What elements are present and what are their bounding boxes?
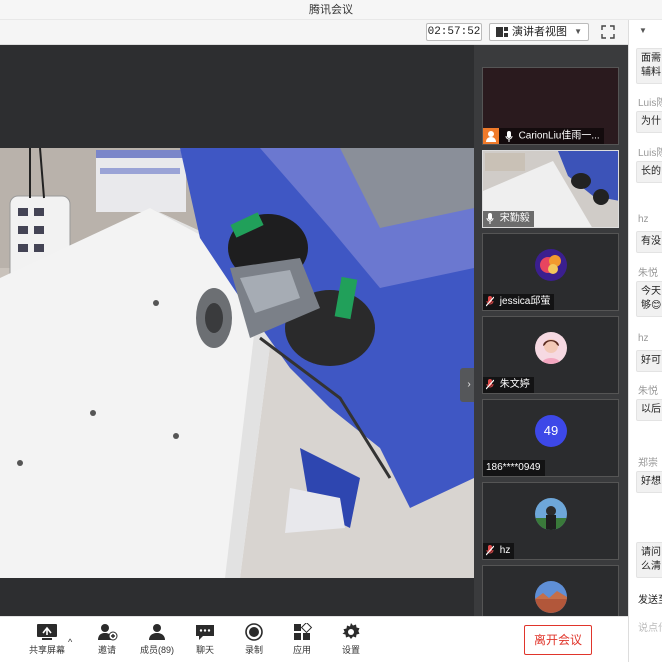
share-screen-icon	[37, 624, 57, 640]
settings-label: 设置	[341, 645, 360, 655]
participant-tile[interactable]: jessica邱萤	[482, 233, 619, 311]
chevron-down-icon[interactable]: ▼	[639, 26, 647, 35]
chat-button[interactable]: 聊天	[180, 623, 230, 661]
chat-sender: hz	[638, 333, 649, 344]
microphone-icon	[505, 130, 513, 142]
fullscreen-icon[interactable]	[600, 24, 616, 40]
participant-name: 186****0949	[486, 462, 541, 473]
chat-sender: 朱悦	[638, 386, 658, 397]
apps-grid-icon	[294, 623, 313, 640]
record-icon	[245, 623, 263, 641]
apps-button[interactable]: 应用	[277, 623, 327, 661]
share-screen-label: 共享屏幕	[28, 645, 65, 655]
chat-message: 面需 辅料	[636, 48, 662, 84]
chat-message: 长的	[636, 161, 662, 183]
record-label: 录制	[244, 645, 263, 655]
chat-message: 好可	[636, 350, 662, 372]
participant-name: 宋勤毅	[499, 213, 530, 224]
participant-tile[interactable]: 宋勤毅	[482, 150, 619, 228]
participant-gallery: CarionLiu佳雨一... 宋勤毅 jessica邱萤 朱文婷 49 186…	[474, 45, 628, 616]
chevron-up-icon[interactable]: ^	[68, 637, 72, 647]
share-screen-button[interactable]: 共享屏幕	[22, 623, 72, 661]
speaker-layout-icon	[496, 27, 508, 37]
gear-icon	[342, 623, 360, 639]
avatar	[535, 498, 567, 530]
participant-name: CarionLiu佳雨一...	[518, 130, 600, 142]
chat-message: 请问 么清	[636, 542, 662, 578]
chat-message: 今天 够😊	[636, 281, 662, 317]
view-mode-select[interactable]: 演讲者视图 ▼	[489, 23, 589, 41]
participant-name: hz	[499, 545, 511, 556]
main-video-stage: ›	[0, 45, 478, 616]
participant-tile[interactable]: hz	[482, 482, 619, 560]
chat-send-target[interactable]: 发送至	[638, 591, 662, 606]
participant-tile[interactable]: 朱文婷	[482, 316, 619, 394]
microphone-icon	[486, 212, 494, 224]
avatar	[535, 581, 567, 613]
invite-user-icon	[98, 624, 118, 641]
chat-input[interactable]: 说点什	[638, 619, 662, 634]
meeting-toolbar: 02:57:52 演讲者视图 ▼	[0, 20, 628, 45]
speaker-video-frame	[0, 148, 474, 578]
participant-tile[interactable]: CarionLiu佳雨一...	[482, 67, 619, 145]
avatar: 49	[535, 415, 567, 447]
members-label: 成员(89)	[139, 645, 174, 655]
avatar	[535, 249, 567, 281]
speaker-video	[0, 148, 474, 578]
meeting-timer: 02:57:52	[426, 23, 482, 41]
microphone-muted-icon	[486, 378, 494, 390]
participant-tile[interactable]	[482, 565, 619, 616]
settings-button[interactable]: 设置	[326, 623, 376, 661]
leave-meeting-button[interactable]: 离开会议	[524, 625, 592, 655]
apps-label: 应用	[292, 645, 311, 655]
chevron-right-icon: ›	[467, 379, 471, 390]
participant-tile[interactable]: 49 186****0949	[482, 399, 619, 477]
chat-sender: Luis陈	[638, 148, 662, 159]
microphone-muted-icon	[486, 295, 494, 307]
view-mode-label: 演讲者视图	[512, 26, 567, 38]
participant-name: 朱文婷	[499, 379, 530, 390]
chat-message: 以后	[636, 399, 662, 421]
avatar	[535, 332, 567, 364]
chat-message: 有没	[636, 231, 662, 253]
invite-button[interactable]: 邀请	[82, 623, 132, 661]
chat-sender: 郑崇	[638, 458, 658, 469]
chevron-down-icon: ▼	[574, 27, 582, 36]
invite-label: 邀请	[97, 645, 116, 655]
chat-bubble-icon	[196, 625, 214, 640]
meeting-control-bar: 共享屏幕 ^ 邀请 成员(89) 聊天 录制 应用 设置 离开会议	[0, 616, 628, 662]
chat-sender: hz	[638, 214, 649, 225]
members-icon	[149, 624, 165, 640]
chat-message: 好想	[636, 471, 662, 493]
window-title: 腾讯会议	[309, 4, 353, 16]
members-button[interactable]: 成员(89)	[132, 623, 182, 661]
participant-name: jessica邱萤	[499, 296, 551, 307]
chat-message: 为什	[636, 111, 662, 133]
window-title-bar: 腾讯会议	[0, 0, 662, 20]
chat-panel: ▼ 面需 辅料 Luis陈 为什 Luis陈 长的 hz 有没 朱悦 今天 够😊…	[628, 20, 662, 662]
record-button[interactable]: 录制	[229, 623, 279, 661]
chat-sender: Luis陈	[638, 98, 662, 109]
microphone-muted-icon	[486, 544, 494, 556]
chat-label: 聊天	[195, 645, 214, 655]
host-badge-icon	[483, 128, 499, 144]
chat-sender: 朱悦	[638, 268, 658, 279]
